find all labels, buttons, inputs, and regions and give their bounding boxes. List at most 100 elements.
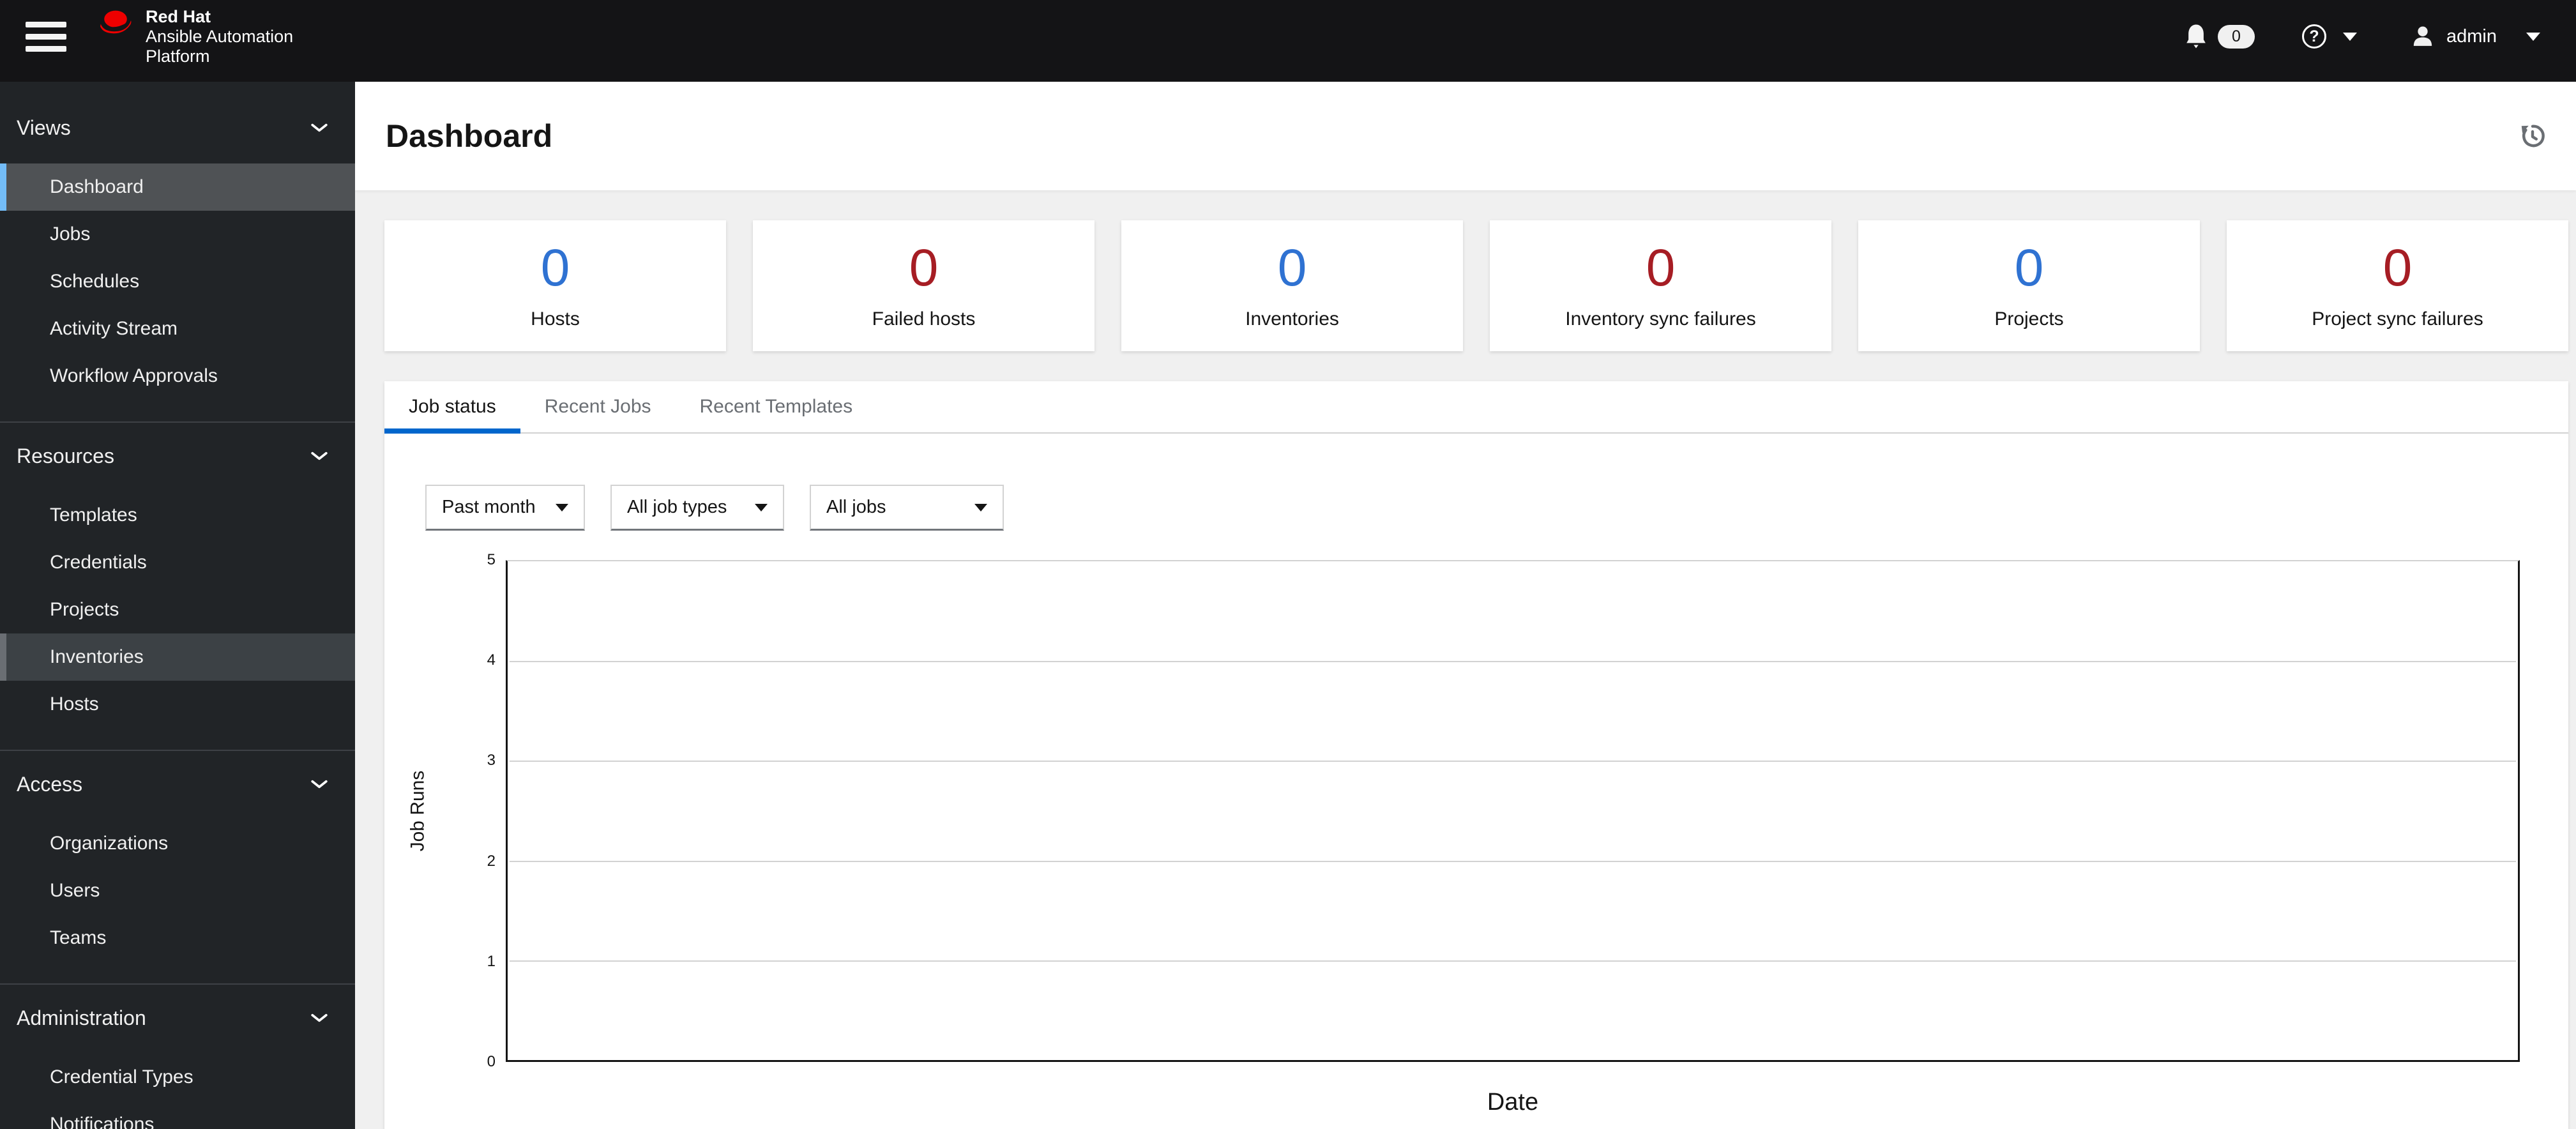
sidebar-item-templates[interactable]: Templates xyxy=(0,492,355,539)
sidebar-item-jobs[interactable]: Jobs xyxy=(0,211,355,258)
sidebar-item-inventories[interactable]: Inventories xyxy=(0,633,355,681)
dashboard-content: 0 Hosts 0 Failed hosts 0 Inventories 0 I… xyxy=(355,190,2576,1129)
card-count[interactable]: 0 xyxy=(2015,241,2044,294)
sidebar-divider xyxy=(0,421,355,423)
hamburger-bar xyxy=(26,45,66,52)
sidebar-section-access[interactable]: Access xyxy=(0,766,355,802)
gridline xyxy=(510,661,2516,663)
jobs-select-value: All jobs xyxy=(826,497,886,517)
chevron-down-icon xyxy=(310,1012,328,1024)
y-tick-label: 3 xyxy=(487,752,496,769)
sidebar-item-activity-stream[interactable]: Activity Stream xyxy=(0,305,355,352)
masthead: Red Hat Ansible Automation Platform 0 ? xyxy=(0,0,2576,82)
gridline xyxy=(510,860,2516,862)
chart-plot-area xyxy=(506,560,2520,1062)
sidebar-item-teams[interactable]: Teams xyxy=(0,914,355,962)
card-count[interactable]: 0 xyxy=(2383,241,2413,294)
y-tick-label: 5 xyxy=(487,551,496,568)
sidebar-section-resources[interactable]: Resources xyxy=(0,438,355,474)
tab-recent-jobs[interactable]: Recent Jobs xyxy=(520,381,676,432)
sidebar-item-label: Schedules xyxy=(50,271,140,292)
sidebar-item-label: Teams xyxy=(50,927,107,948)
card-inventory-sync-failures[interactable]: 0 Inventory sync failures xyxy=(1490,220,1831,351)
masthead-actions: 0 ? admin xyxy=(2185,24,2540,49)
sidebar-item-label: Templates xyxy=(50,504,137,526)
card-count[interactable]: 0 xyxy=(1278,241,1307,294)
y-tick-label: 1 xyxy=(487,952,496,970)
sidebar-item-schedules[interactable]: Schedules xyxy=(0,258,355,305)
sidebar-item-label: Organizations xyxy=(50,833,169,854)
sidebar-divider xyxy=(0,750,355,751)
sidebar-item-label: Activity Stream xyxy=(50,318,178,339)
card-count[interactable]: 0 xyxy=(1646,241,1676,294)
y-tick-label: 2 xyxy=(487,852,496,870)
jobs-select[interactable]: All jobs xyxy=(810,485,1004,531)
chevron-down-icon xyxy=(310,122,328,133)
sidebar-item-credentials[interactable]: Credentials xyxy=(0,539,355,586)
tab-recent-templates[interactable]: Recent Templates xyxy=(676,381,877,432)
redhat-fedora-icon xyxy=(96,7,135,39)
sidebar-item-label: Dashboard xyxy=(50,176,144,197)
bell-icon[interactable] xyxy=(2185,24,2208,49)
help-menu[interactable]: ? xyxy=(2302,24,2357,49)
sidebar-section-views[interactable]: Views xyxy=(0,110,355,146)
sidebar-divider xyxy=(0,983,355,985)
sidebar-item-hosts[interactable]: Hosts xyxy=(0,681,355,728)
card-count[interactable]: 0 xyxy=(909,241,939,294)
card-hosts[interactable]: 0 Hosts xyxy=(384,220,726,351)
tab-job-status[interactable]: Job status xyxy=(384,381,520,434)
notification-count-badge[interactable]: 0 xyxy=(2218,24,2255,49)
brand-line-1: Red Hat xyxy=(146,6,211,26)
sidebar-item-label: Workflow Approvals xyxy=(50,365,218,386)
job-type-select[interactable]: All job types xyxy=(610,485,784,531)
sidebar-item-projects[interactable]: Projects xyxy=(0,586,355,633)
summary-cards-row: 0 Hosts 0 Failed hosts 0 Inventories 0 I… xyxy=(384,220,2568,351)
sidebar-item-dashboard[interactable]: Dashboard xyxy=(0,163,355,211)
sidebar-item-organizations[interactable]: Organizations xyxy=(0,820,355,867)
chevron-down-icon xyxy=(310,450,328,462)
card-label: Project sync failures xyxy=(2312,308,2483,330)
caret-down-icon xyxy=(755,503,768,511)
y-axis-title: Job Runs xyxy=(407,770,428,852)
section-label: Access xyxy=(17,772,83,796)
sidebar-item-label: Users xyxy=(50,880,100,901)
caret-down-icon xyxy=(2343,32,2357,41)
sidebar-item-label: Projects xyxy=(50,599,119,620)
caret-down-icon xyxy=(2526,32,2540,41)
product-name: Red Hat Ansible Automation Platform xyxy=(146,7,293,66)
card-projects[interactable]: 0 Projects xyxy=(1858,220,2200,351)
page-title: Dashboard xyxy=(386,118,553,154)
sidebar-item-users[interactable]: Users xyxy=(0,867,355,914)
sidebar-nav: Views Dashboard Jobs Schedules Activity … xyxy=(0,82,355,1129)
y-tick-label: 0 xyxy=(487,1053,496,1070)
nav-toggle-icon[interactable] xyxy=(26,21,66,52)
brand-logo[interactable]: Red Hat Ansible Automation Platform xyxy=(96,7,293,66)
page-header: Dashboard xyxy=(355,82,2576,190)
section-label: Views xyxy=(17,116,71,139)
card-label: Inventory sync failures xyxy=(1565,308,1756,330)
job-status-panel: Job status Recent Jobs Recent Templates … xyxy=(384,381,2568,1129)
card-project-sync-failures[interactable]: 0 Project sync failures xyxy=(2227,220,2568,351)
sidebar-section-administration[interactable]: Administration xyxy=(0,1000,355,1036)
panel-tabs: Job status Recent Jobs Recent Templates xyxy=(384,381,2568,434)
period-select[interactable]: Past month xyxy=(425,485,585,531)
card-label: Failed hosts xyxy=(872,308,976,330)
card-label: Projects xyxy=(1994,308,2064,330)
sidebar-item-workflow-approvals[interactable]: Workflow Approvals xyxy=(0,352,355,400)
user-menu[interactable]: admin xyxy=(2412,25,2540,48)
sidebar-item-credential-types[interactable]: Credential Types xyxy=(0,1054,355,1101)
card-failed-hosts[interactable]: 0 Failed hosts xyxy=(753,220,1095,351)
section-label: Resources xyxy=(17,444,114,467)
x-axis-title: Date xyxy=(1487,1089,1539,1116)
app-root: Red Hat Ansible Automation Platform 0 ? xyxy=(0,0,2576,1129)
username-label: admin xyxy=(2446,26,2497,47)
sidebar-item-notifications[interactable]: Notifications xyxy=(0,1101,355,1129)
card-count[interactable]: 0 xyxy=(541,241,570,294)
sidebar-item-label: Notifications xyxy=(50,1114,155,1129)
job-type-select-value: All job types xyxy=(627,497,727,517)
job-runs-chart: Job Runs 5 4 3 2 1 0 Date xyxy=(407,551,2520,1116)
card-inventories[interactable]: 0 Inventories xyxy=(1121,220,1463,351)
history-icon[interactable] xyxy=(2519,122,2547,150)
caret-down-icon xyxy=(556,503,568,511)
card-label: Inventories xyxy=(1245,308,1339,330)
